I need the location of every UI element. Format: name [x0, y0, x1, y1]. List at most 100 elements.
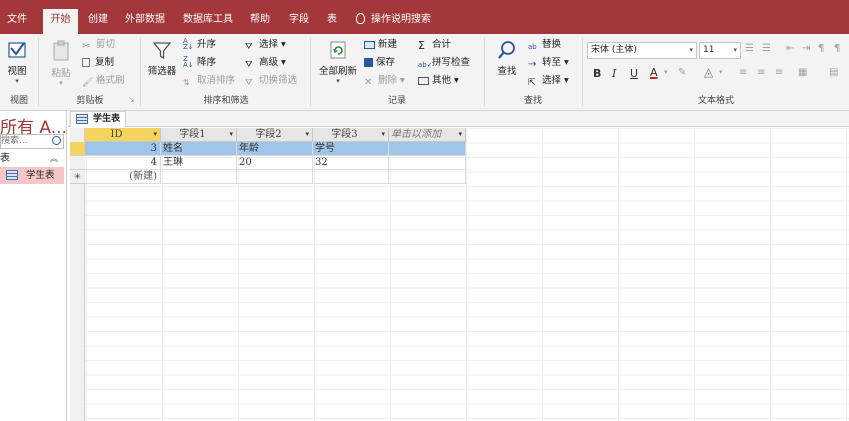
document-tab-student-table[interactable]: 学生表	[70, 111, 126, 127]
column-header-click-to-add[interactable]: 单击以添加 ▾	[389, 128, 466, 142]
tab-home[interactable]: 开始	[43, 9, 78, 34]
table-cell-new-record[interactable]: (新建)	[85, 170, 161, 184]
font-name-select[interactable]: 宋体 (主体) ▾	[587, 42, 697, 59]
sort-ascending-label: 升序	[197, 39, 217, 50]
save-record-button[interactable]: 保存	[364, 55, 395, 71]
paste-button[interactable]: 粘贴 ▾	[46, 40, 76, 87]
bold-button[interactable]: B	[593, 67, 601, 80]
table-cell-id[interactable]: 3	[85, 142, 161, 156]
new-record-label: 新建	[378, 39, 398, 50]
table-cell-field1[interactable]	[161, 170, 237, 184]
spell-check-icon: ab✓	[418, 61, 433, 69]
rtl-icon[interactable]: ¶	[818, 43, 824, 54]
collapse-chevron-icon[interactable]: ︽	[50, 152, 58, 166]
nav-item-student-table[interactable]: 学生表	[0, 167, 64, 184]
filter-button[interactable]: 筛选器	[146, 40, 178, 77]
remove-sort-label: 取消排序	[197, 75, 236, 86]
chevron-down-icon[interactable]: ▾	[305, 128, 309, 141]
tab-help[interactable]: 帮助	[246, 9, 274, 34]
table-cell-add[interactable]	[389, 156, 466, 170]
tab-file[interactable]: 文件	[3, 9, 31, 34]
totals-button[interactable]: Σ 合计	[418, 37, 451, 53]
record-selector[interactable]	[70, 142, 85, 156]
bullets-icon[interactable]: ☰	[745, 43, 754, 54]
advanced-filter-button[interactable]: ⛛ 高级 ▾	[245, 55, 286, 71]
dialog-launcher-icon[interactable]: ↘	[128, 95, 135, 104]
group-clipboard-label: 剪贴板	[76, 96, 104, 106]
find-button[interactable]: 查找	[492, 40, 522, 77]
group-views-label: 视图	[9, 96, 28, 106]
tab-create[interactable]: 创建	[84, 9, 112, 34]
filter-label: 筛选器	[147, 66, 177, 77]
more-button[interactable]: 其他 ▾	[418, 73, 459, 89]
increase-indent-icon[interactable]: ⇥	[802, 43, 810, 54]
tab-database-tools[interactable]: 数据库工具	[179, 9, 237, 34]
table-cell-field2[interactable]: 20	[237, 156, 313, 170]
nav-group-tables[interactable]: 表 ︽	[0, 152, 64, 166]
replace-button[interactable]: ab 替换	[528, 37, 561, 53]
alternate-row-color-icon[interactable]: ▤	[829, 67, 838, 78]
tell-me-label: 操作说明搜索	[371, 14, 431, 25]
view-button[interactable]: 视图 ▾	[4, 40, 30, 85]
chevron-down-icon[interactable]: ▾	[664, 68, 668, 76]
search-icon[interactable]	[52, 136, 61, 145]
chevron-down-icon[interactable]: ▾	[229, 128, 233, 141]
spelling-button[interactable]: ab✓拼写检查	[418, 55, 470, 71]
refresh-all-button[interactable]: 全部刷新 ▾	[316, 40, 360, 85]
table-cell-field3[interactable]	[313, 170, 389, 184]
underline-button[interactable]: U	[630, 67, 638, 80]
chevron-down-icon[interactable]: ▾	[381, 128, 385, 141]
chevron-down-icon[interactable]: ▾	[719, 68, 723, 76]
tab-fields[interactable]: 字段	[285, 9, 313, 34]
toggle-filter-button[interactable]: ⛛ 切换筛选	[245, 73, 297, 89]
column-header-field3[interactable]: 字段3 ▾	[313, 128, 389, 142]
nav-search-box[interactable]: 搜索...	[0, 134, 64, 149]
numbering-icon[interactable]: ☰	[762, 43, 771, 54]
delete-record-button[interactable]: ✕ 删除 ▾	[364, 73, 405, 89]
remove-sort-button[interactable]: ⇅ 取消排序	[183, 73, 235, 89]
ltr-icon[interactable]: ¶	[834, 43, 840, 54]
table-cell-field3[interactable]: 32	[313, 156, 389, 170]
table-cell-add[interactable]	[389, 142, 466, 156]
select-button[interactable]: ⇱ 选择 ▾	[528, 73, 569, 89]
italic-button[interactable]: I	[612, 67, 616, 80]
chevron-down-icon[interactable]: ▾	[153, 128, 157, 141]
align-left-icon[interactable]: ≡	[739, 67, 747, 78]
selection-filter-button[interactable]: ⛛ 选择 ▾	[245, 37, 286, 53]
record-selector[interactable]	[70, 156, 85, 170]
tab-table[interactable]: 表	[323, 9, 341, 34]
align-center-icon[interactable]: ≡	[757, 67, 765, 78]
table-cell-id[interactable]: 4	[85, 156, 161, 170]
column-header-field2[interactable]: 字段2 ▾	[237, 128, 313, 142]
group-sort-filter-label: 排序和筛选	[203, 96, 249, 106]
fill-color-icon[interactable]: ◬	[704, 65, 713, 79]
new-record-selector[interactable]: ✳	[70, 170, 85, 184]
table-cell-add[interactable]	[389, 170, 466, 184]
highlight-icon[interactable]: ✎	[678, 67, 686, 78]
tab-external-data[interactable]: 外部数据	[121, 9, 169, 34]
table-cell-field1[interactable]: 王琳	[161, 156, 237, 170]
copy-button[interactable]: 复制	[82, 55, 114, 71]
new-record-button[interactable]: 新建	[364, 37, 397, 53]
chevron-down-icon[interactable]: ▾	[458, 128, 462, 141]
gridlines-icon[interactable]: ▦	[798, 67, 807, 78]
cut-button[interactable]: ✂ 剪切	[82, 37, 115, 53]
column-header-label: 单击以添加	[391, 129, 441, 140]
format-painter-label: 格式刷	[96, 75, 125, 86]
table-cell-field3[interactable]: 学号	[313, 142, 389, 156]
sort-descending-button[interactable]: Z A↓ 降序	[183, 55, 216, 71]
sort-ascending-button[interactable]: A Z↓ 升序	[183, 37, 216, 53]
column-header-id[interactable]: ID ▾	[85, 128, 161, 142]
font-color-button[interactable]: A	[650, 66, 658, 79]
font-size-select[interactable]: 11 ▾	[699, 42, 741, 59]
decrease-indent-icon[interactable]: ⇤	[786, 43, 794, 54]
goto-button[interactable]: → 转至 ▾	[528, 55, 569, 71]
font-name-value: 宋体 (主体)	[591, 45, 637, 55]
table-cell-field2[interactable]: 年龄	[237, 142, 313, 156]
column-header-field1[interactable]: 字段1 ▾	[161, 128, 237, 142]
table-cell-field2[interactable]	[237, 170, 313, 184]
align-right-icon[interactable]: ≡	[775, 67, 783, 78]
tell-me-search[interactable]: 操作说明搜索	[356, 9, 431, 31]
table-cell-field1[interactable]: 姓名	[161, 142, 237, 156]
format-painter-button[interactable]: 🖌 格式刷	[82, 73, 125, 89]
